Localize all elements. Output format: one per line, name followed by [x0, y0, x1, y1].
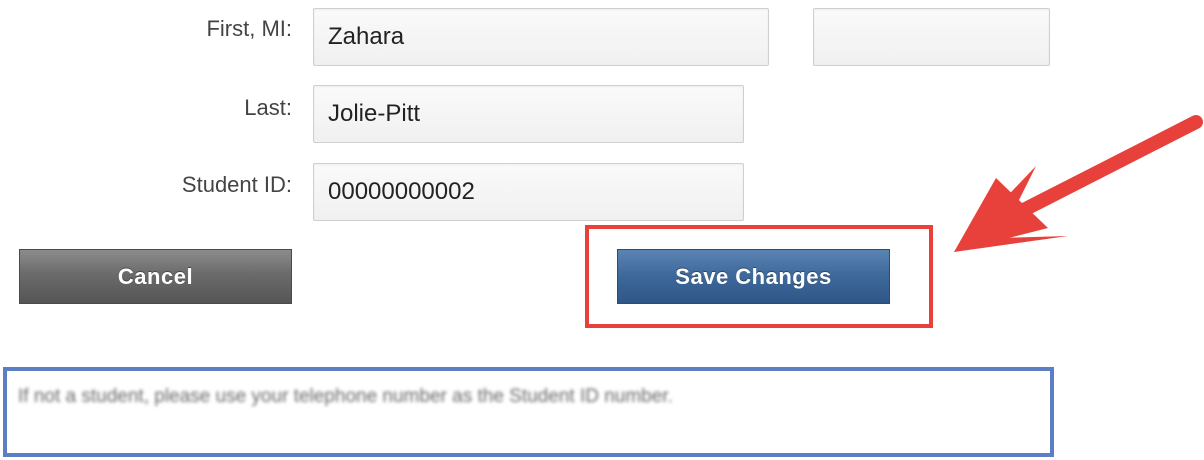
last-name-label: Last:	[244, 95, 292, 120]
first-name-label: First, MI:	[206, 16, 292, 41]
student-id-note-period: .	[667, 386, 673, 407]
last-name-input[interactable]	[313, 85, 744, 143]
note-highlight-box	[3, 367, 1054, 457]
student-id-note: If not a student, please use your teleph…	[18, 386, 673, 408]
student-id-note-text: If not a student, please use your teleph…	[18, 386, 668, 407]
student-id-input[interactable]	[313, 163, 744, 221]
first-name-input[interactable]	[313, 8, 769, 66]
annotation-arrow-icon	[954, 115, 1203, 252]
cancel-button-label: Cancel	[117, 263, 194, 289]
save-highlight-box	[585, 225, 933, 328]
middle-initial-input[interactable]	[813, 8, 1050, 66]
cancel-button[interactable]: Cancel	[19, 249, 292, 304]
student-id-label: Student ID:	[181, 172, 292, 197]
